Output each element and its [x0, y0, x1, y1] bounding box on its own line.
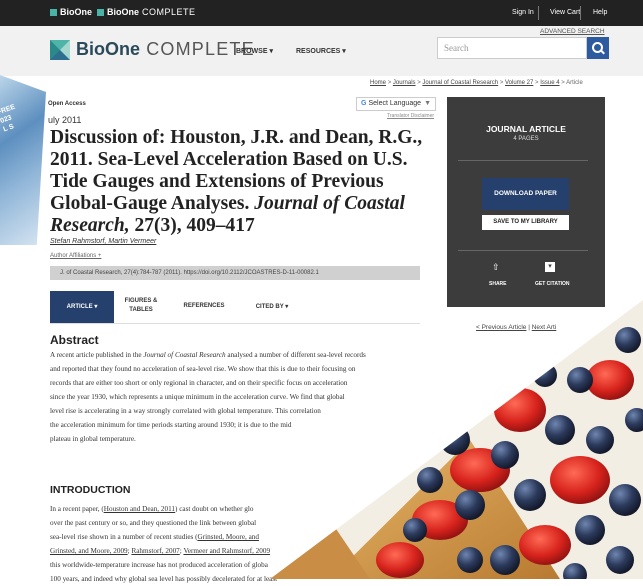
- overlay-photo-berries: [270, 300, 643, 579]
